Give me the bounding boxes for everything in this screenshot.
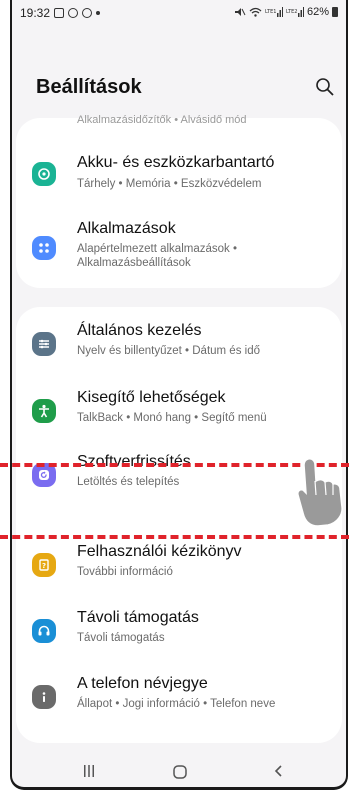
search-icon[interactable] (314, 76, 336, 98)
page-title: Beállítások (36, 76, 142, 98)
signal-1-icon: LTE1 (265, 7, 283, 17)
item-subtitle: Letöltés és telepítés (77, 476, 180, 488)
apps-icon (32, 236, 56, 260)
item-title: Általános kezelés (77, 322, 202, 339)
status-bar: 19:32 LTE1 LTE2 62% (12, 0, 346, 26)
recent-apps-icon[interactable] (82, 764, 96, 778)
gallery-notification-icon (54, 8, 65, 18)
item-subtitle: Nyelv és billentyűzet • Dátum és idő (77, 345, 260, 357)
item-subtitle: Állapot • Jogi információ • Telefon neve (77, 698, 276, 710)
home-icon[interactable] (172, 764, 188, 780)
navigation-bar (12, 760, 346, 787)
item-subtitle: További információ (77, 566, 173, 578)
mute-icon (234, 8, 246, 16)
svg-text:LTE2: LTE2 (286, 9, 298, 15)
user-manual-icon: ? (32, 553, 56, 577)
phone-screen: 19:32 LTE1 LTE2 62% Beállítások Alkalmaz… (10, 0, 348, 790)
svg-text:?: ? (42, 562, 46, 570)
remote-support-icon (32, 619, 56, 643)
item-subtitle: Tárhely • Memória • Eszközvédelem (77, 178, 262, 190)
info-icon (32, 685, 56, 709)
item-title: Felhasználói kézikönyv (77, 543, 242, 560)
back-icon[interactable] (272, 764, 286, 778)
item-subtitle: TalkBack • Monó hang • Segítő menü (77, 412, 267, 424)
item-title: Akku- és eszközkarbantartó (77, 154, 275, 171)
faded-previous-item: Alkalmazásidőzítők • Alvásidő mód (77, 114, 247, 126)
wifi-icon (249, 7, 262, 17)
item-title: Távoli támogatás (77, 609, 199, 626)
item-title: Szoftverfrissítés (77, 453, 191, 470)
more-notifications-icon (96, 11, 101, 15)
settings-group-top: Alkalmazásidőzítők • Alvásidő mód Akku- … (16, 114, 342, 288)
item-title: Alkalmazások (77, 220, 176, 237)
svg-text:LTE1: LTE1 (265, 9, 277, 15)
software-update-icon (32, 463, 56, 487)
pointing-hand-icon (297, 458, 343, 527)
settings-item-accessibility[interactable]: Kisegítő lehetőségek TalkBack • Monó han… (16, 385, 342, 435)
settings-item-battery-device-care[interactable]: Akku- és eszközkarbantartó Tárhely • Mem… (16, 148, 342, 198)
general-management-icon (32, 332, 56, 356)
facebook-notification-icon (82, 8, 93, 18)
status-time: 19:32 (20, 6, 51, 20)
item-title: A telefon névjegye (77, 675, 208, 692)
item-subtitle: Alapértelmezett alkalmazások • Alkalmazá… (77, 243, 237, 269)
signal-2-icon: LTE2 (286, 7, 304, 17)
battery-percent: 62% (306, 6, 329, 18)
settings-item-apps[interactable]: Alkalmazások Alapértelmezett alkalmazáso… (16, 218, 342, 282)
settings-item-user-manual[interactable]: ? Felhasználói kézikönyv További informá… (16, 539, 342, 589)
settings-item-general-management[interactable]: Általános kezelés Nyelv és billentyűzet … (16, 319, 342, 369)
accessibility-icon (32, 399, 56, 423)
settings-item-about-phone[interactable]: A telefon névjegye Állapot • Jogi inform… (16, 671, 342, 721)
maintenance-icon (32, 162, 56, 186)
item-title: Kisegítő lehetőségek (77, 389, 226, 406)
settings-item-remote-support[interactable]: Távoli támogatás Távoli támogatás (16, 605, 342, 655)
item-subtitle: Távoli támogatás (77, 632, 165, 644)
camera-notification-icon (68, 8, 79, 18)
battery-icon (332, 7, 338, 17)
